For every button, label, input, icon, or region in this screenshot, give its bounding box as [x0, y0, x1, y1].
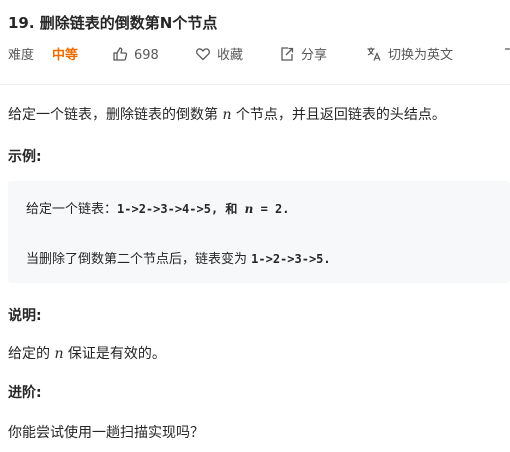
- like-count: 698: [134, 48, 159, 63]
- share-icon: [281, 47, 294, 61]
- description-text-end: 个节点，并且返回链表的头结点。: [231, 107, 446, 123]
- divider: [0, 84, 510, 85]
- note-text-start: 给定的: [8, 346, 55, 362]
- problem-title: 19. 删除链表的倒数第N个节点: [8, 14, 218, 32]
- example-input-list: 1->2->3->4->5: [117, 202, 211, 216]
- heart-icon: [196, 48, 210, 61]
- description-text: 给定一个链表，删除链表的倒数第: [8, 107, 223, 123]
- difficulty-label: 难度: [8, 48, 35, 63]
- thumbs-up-icon: [113, 47, 128, 61]
- example-line-1: 给定一个链表：1->2->3->4->5, 和 n = 2.: [26, 198, 290, 217]
- note-text-end: 保证是有效的。: [63, 346, 166, 362]
- difficulty-value: 中等: [52, 48, 79, 63]
- advanced-heading: 进阶:: [8, 385, 42, 401]
- problem-meta-bar: 难度 中等 698 收藏 分享 切换为英文: [8, 46, 510, 66]
- example-heading: 示例:: [8, 149, 42, 165]
- example-line-1-end: .: [282, 202, 290, 216]
- switch-language-button[interactable]: 切换为英文: [366, 46, 453, 66]
- note-text: 给定的 n 保证是有效的。: [8, 343, 166, 363]
- more-square-icon: [505, 48, 510, 50]
- share-button[interactable]: 分享: [279, 46, 327, 66]
- more-icon[interactable]: [502, 46, 510, 66]
- note-heading: 说明:: [8, 308, 42, 324]
- share-label: 分享: [301, 48, 328, 63]
- example-line-2: 当删除了倒数第二个节点后，链表变为 1->2->3->5.: [26, 248, 331, 267]
- translate-icon: [367, 47, 381, 61]
- favorite-label: 收藏: [217, 48, 244, 63]
- example-n-value: = 2: [253, 202, 283, 216]
- example-line-1-mid: , 和: [210, 202, 245, 216]
- advanced-text: 你能尝试使用一趟扫描实现吗？: [8, 425, 204, 441]
- problem-description: 给定一个链表，删除链表的倒数第 n 个节点，并且返回链表的头结点。: [8, 104, 446, 124]
- switch-language-label: 切换为英文: [388, 48, 454, 63]
- example-line-2-end: .: [323, 252, 331, 266]
- example-line-2-prefix: 当删除了倒数第二个节点后，链表变为: [26, 252, 252, 267]
- example-output-list: 1->2->3->5: [251, 252, 324, 266]
- favorite-button[interactable]: 收藏: [195, 46, 243, 66]
- like-button[interactable]: 698: [112, 46, 159, 66]
- example-code-block: 给定一个链表：1->2->3->4->5, 和 n = 2. 当删除了倒数第二个…: [8, 181, 510, 283]
- example-line-1-prefix: 给定一个链表：: [26, 202, 118, 217]
